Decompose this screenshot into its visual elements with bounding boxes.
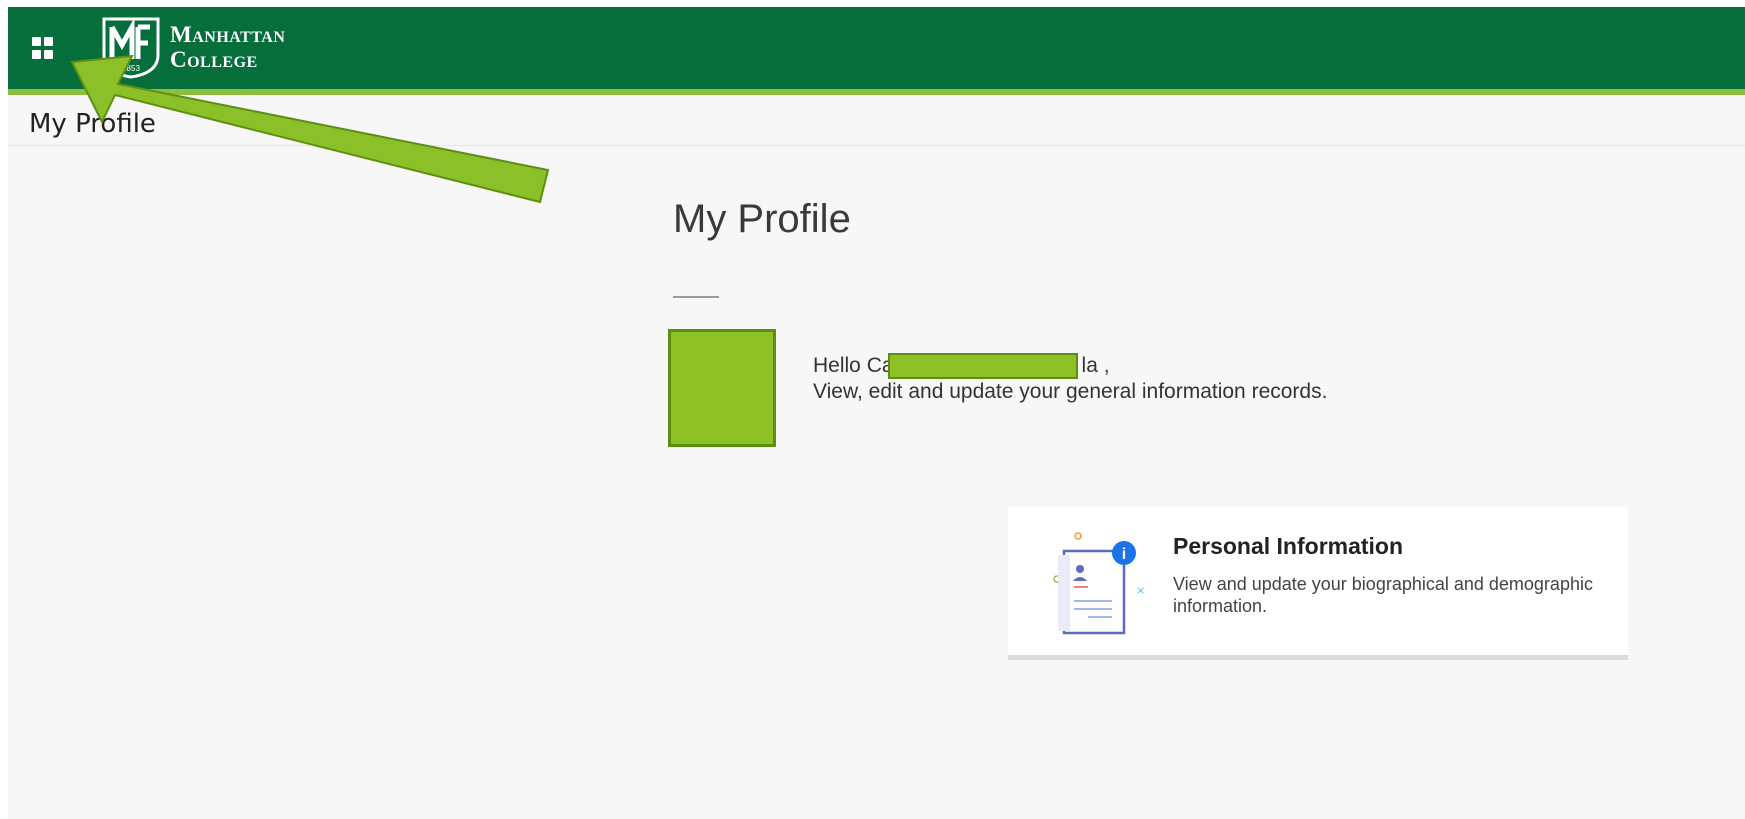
svg-text:1853: 1853 [122, 64, 140, 73]
card-description: View and update your biographical and de… [1173, 574, 1593, 616]
logo-line-2: College [170, 47, 258, 72]
greeting-prefix: Hello Ca [813, 354, 894, 377]
logo-line-1: Manhattan [170, 22, 286, 47]
personal-information-card[interactable]: × i Personal Information View and update… [1008, 507, 1628, 660]
card-title: Personal Information [1173, 533, 1404, 559]
name-redaction [887, 353, 1078, 379]
greeting-line: Hello Ca la , [813, 353, 1327, 379]
svg-text:i: i [1122, 546, 1126, 563]
greeting: Hello Ca la , View, edit and update your … [813, 353, 1327, 405]
page-bar-title: My Profile [29, 109, 156, 139]
page-title-bar: My Profile [8, 95, 1745, 146]
app-frame: 1853 Manhattan College My Profile My Pro… [8, 7, 1745, 819]
title-divider [673, 296, 719, 298]
page-title: My Profile [673, 197, 851, 241]
greeting-suffix: la , [1081, 354, 1110, 377]
greeting-subtitle: View, edit and update your general infor… [813, 380, 1328, 403]
svg-text:×: × [1136, 584, 1145, 597]
avatar-redacted [668, 329, 776, 447]
profile-document-info-icon: × i [1053, 532, 1145, 635]
college-logo[interactable]: 1853 Manhattan College [98, 13, 285, 81]
apps-grid-icon[interactable] [32, 37, 54, 59]
top-header: 1853 Manhattan College [8, 7, 1745, 89]
shield-logo-icon: 1853 [102, 17, 160, 79]
